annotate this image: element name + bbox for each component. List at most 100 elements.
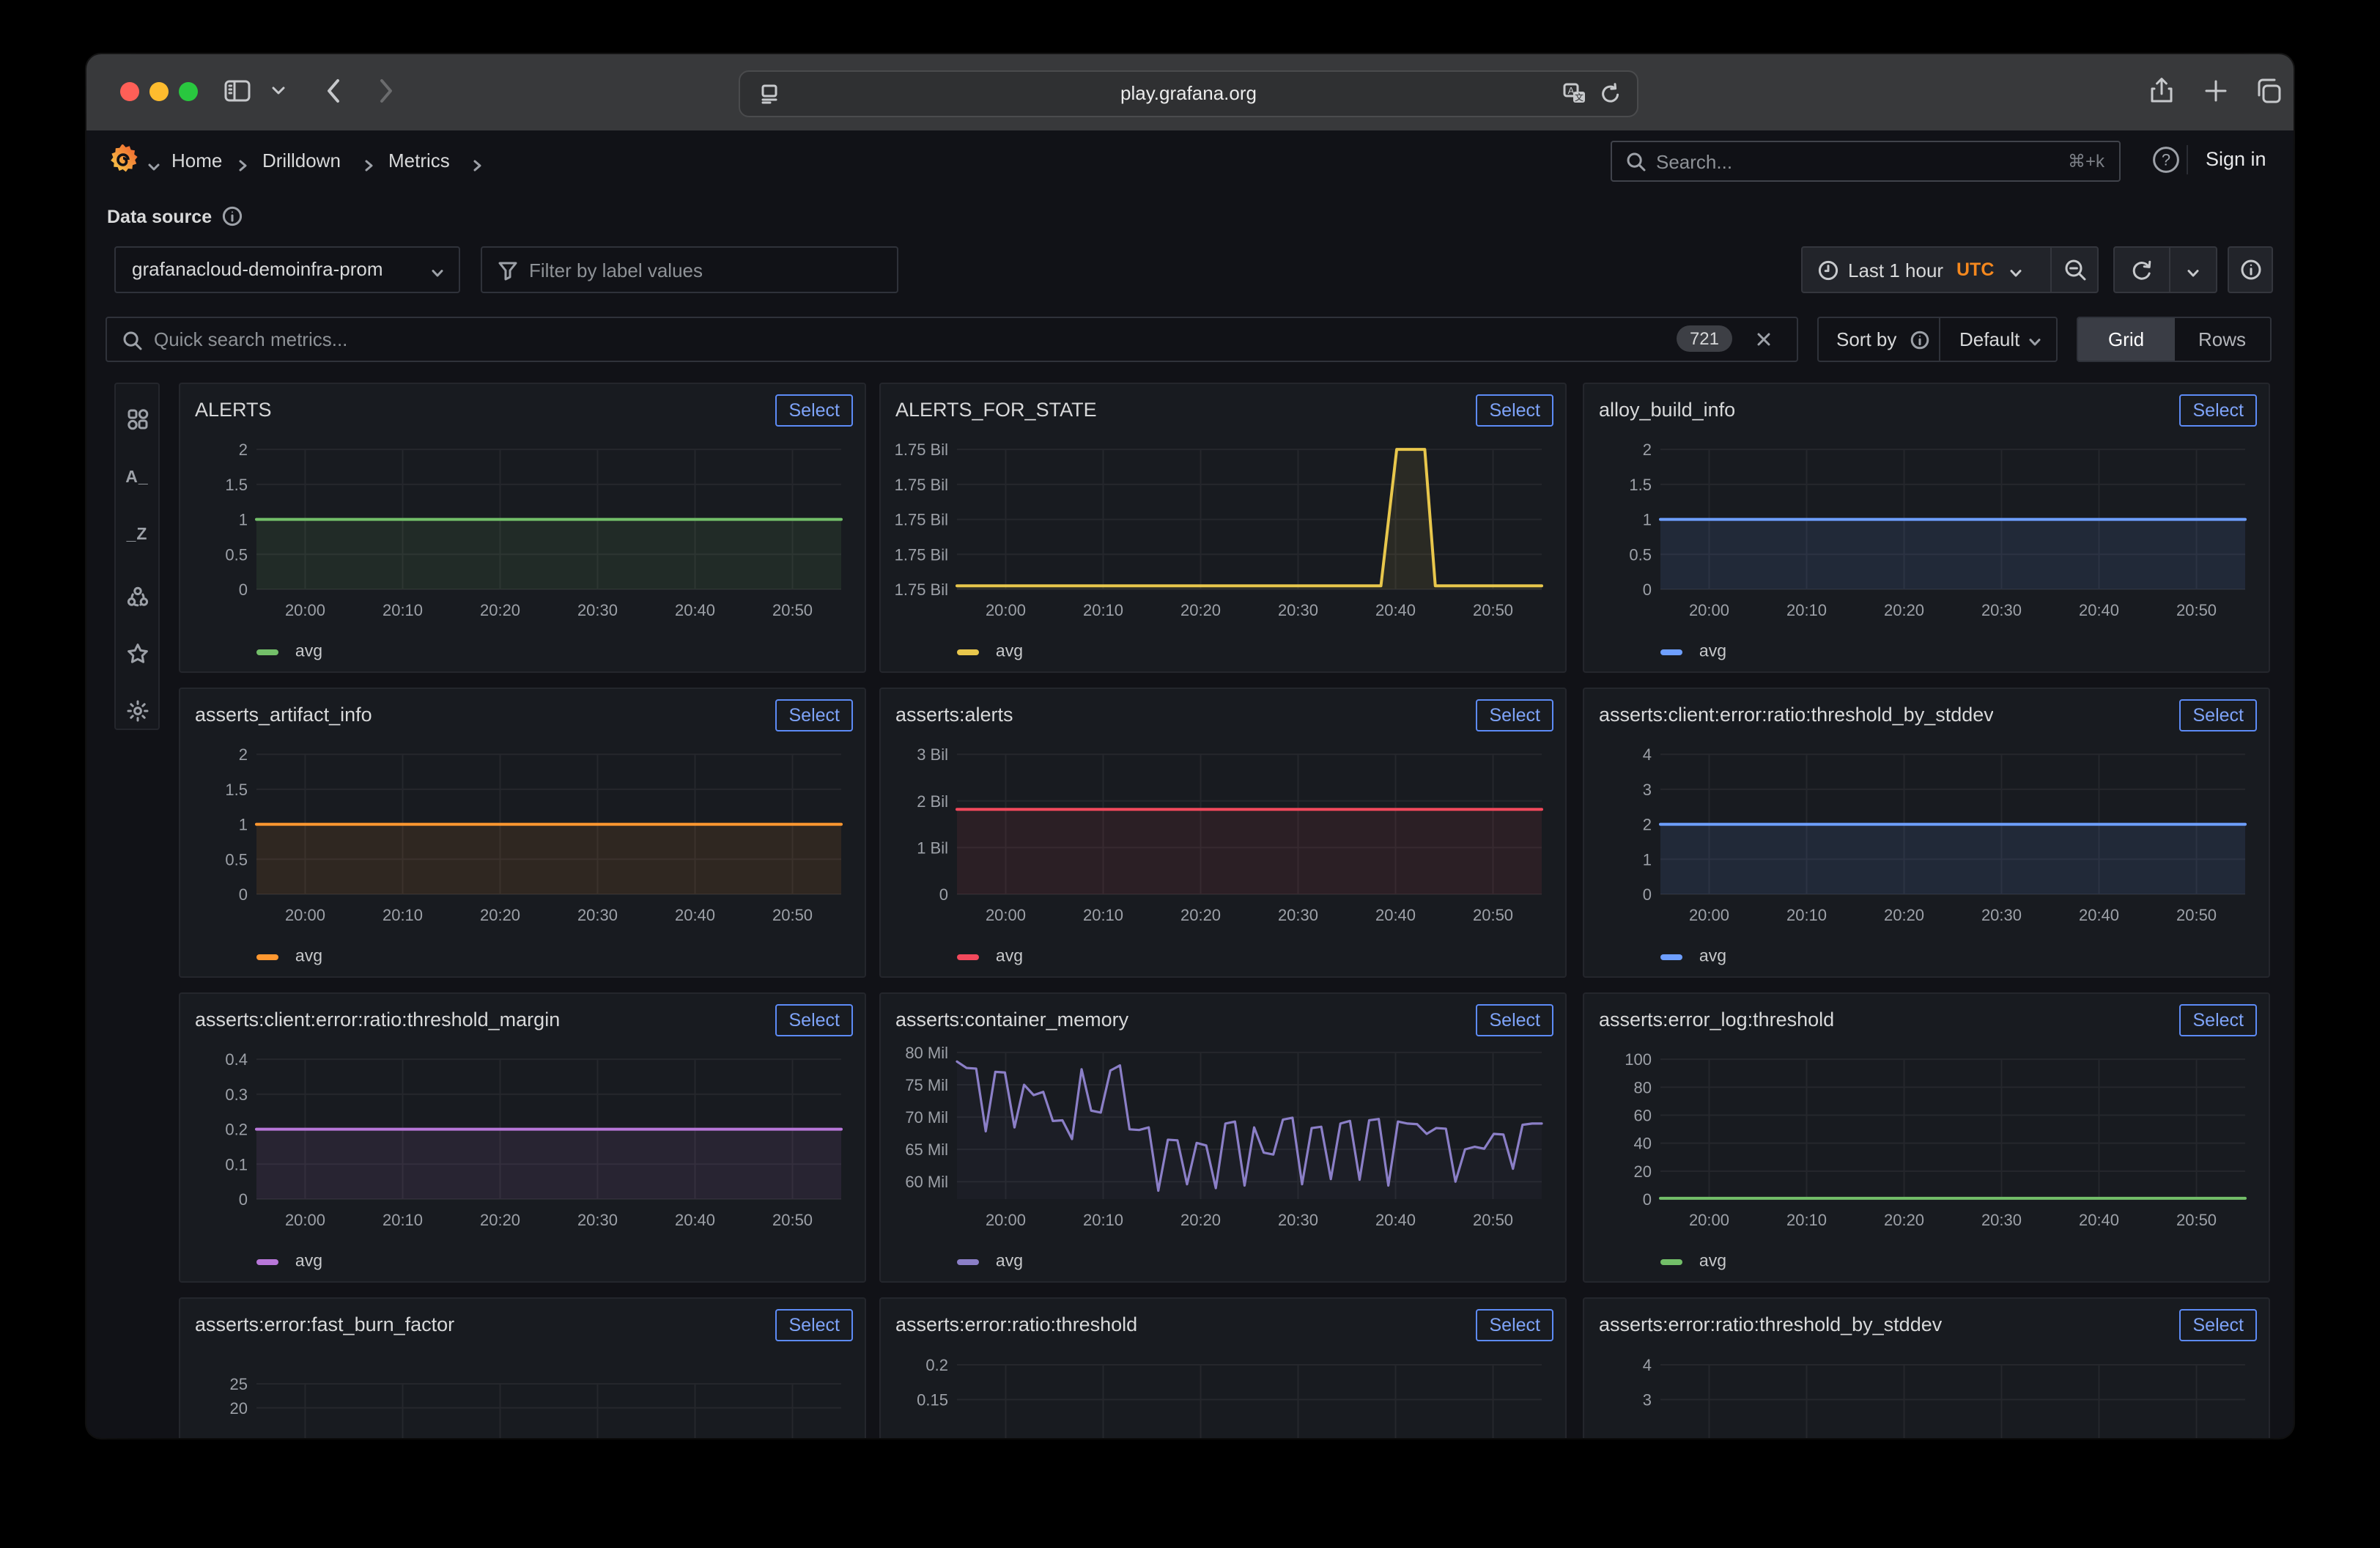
close-window-button[interactable] [120, 82, 139, 101]
tab-overview-icon[interactable] [2252, 75, 2285, 107]
all-metrics-icon[interactable] [116, 406, 158, 432]
svg-text:20: 20 [230, 1399, 248, 1418]
suffix-filter-icon[interactable]: _Z [116, 526, 158, 544]
svg-text:0.5: 0.5 [225, 850, 248, 869]
svg-text:20:20: 20:20 [1884, 906, 1924, 924]
settings-gear-icon[interactable] [116, 698, 158, 724]
forward-button[interactable] [369, 75, 402, 107]
legend-item[interactable]: avg [957, 1249, 1023, 1269]
datasource-value: grafanacloud-demoinfra-prom [132, 258, 383, 280]
metric-chart: 43 [1590, 1340, 2257, 1438]
select-button[interactable]: Select [776, 394, 854, 427]
legend-label: avg [996, 644, 1023, 661]
chevron-right-icon [470, 154, 484, 180]
reload-icon[interactable] [1599, 82, 1622, 113]
sort-value: Default [1959, 328, 2019, 350]
org-chevron-down-icon[interactable] [147, 155, 161, 182]
panel-title: asserts:alerts [895, 704, 1013, 726]
select-button[interactable]: Select [2180, 1004, 2258, 1036]
breadcrumb-drilldown[interactable]: Drilldown [262, 150, 341, 172]
new-tab-icon[interactable] [2200, 75, 2232, 107]
svg-text:2: 2 [239, 745, 248, 764]
quick-search-field[interactable] [154, 318, 1649, 361]
minimize-window-button[interactable] [149, 82, 169, 101]
svg-text:20:30: 20:30 [577, 1211, 618, 1229]
view-toggle-grid[interactable]: Grid [2078, 318, 2174, 361]
metrics-sidebar: A_ _Z [114, 383, 160, 730]
refresh-interval-chevron-icon[interactable] [2185, 264, 2201, 286]
quick-search-input[interactable]: 721 [106, 317, 1798, 362]
select-button[interactable]: Select [776, 699, 854, 731]
select-button[interactable]: Select [1477, 394, 1554, 427]
sign-in-button[interactable]: Sign in [2206, 148, 2266, 170]
translate-icon[interactable]: A文 [1562, 82, 1587, 113]
info-icon[interactable] [221, 205, 243, 235]
help-icon[interactable]: ? [2150, 144, 2182, 183]
share-icon[interactable] [2146, 75, 2178, 107]
svg-text:20:10: 20:10 [1786, 1211, 1827, 1229]
svg-text:0: 0 [1643, 580, 1652, 599]
prefix-filter-icon[interactable]: A_ [116, 469, 158, 487]
address-bar[interactable]: play.grafana.org A文 [739, 70, 1638, 117]
grafana-logo[interactable] [106, 142, 141, 185]
back-button[interactable] [318, 75, 350, 107]
legend-item[interactable]: avg [256, 639, 322, 660]
svg-text:0.2: 0.2 [225, 1121, 248, 1139]
legend-item[interactable]: avg [256, 1249, 322, 1269]
select-button[interactable]: Select [776, 1309, 854, 1341]
svg-text:20:50: 20:50 [2176, 601, 2217, 619]
svg-text:60 Mil: 60 Mil [905, 1173, 948, 1191]
group-icon[interactable] [116, 583, 158, 610]
chevron-down-icon [2008, 264, 2024, 286]
select-button[interactable]: Select [1477, 1004, 1554, 1036]
sidebar-chevron-down-icon[interactable] [270, 82, 287, 100]
legend-item[interactable]: avg [1660, 639, 1726, 660]
clear-icon[interactable] [1754, 330, 1773, 353]
legend-item[interactable]: avg [957, 639, 1023, 660]
legend-item[interactable]: avg [1660, 944, 1726, 965]
sidebar-toggle-icon[interactable] [221, 75, 254, 107]
svg-text:20:10: 20:10 [1083, 1211, 1123, 1229]
metric-panel: asserts_artifact_info Select 20:0020:102… [179, 688, 866, 978]
global-search-input[interactable]: Search... ⌘+k [1611, 141, 2121, 182]
svg-text:20:40: 20:40 [2079, 906, 2119, 924]
star-icon[interactable] [116, 641, 158, 667]
label-filter-field[interactable] [529, 248, 881, 292]
legend-item[interactable]: avg [957, 944, 1023, 965]
datasource-select[interactable]: grafanacloud-demoinfra-prom [114, 246, 460, 293]
refresh-icon[interactable] [2129, 258, 2154, 287]
grafana-nav: Home Drilldown Metrics Search... ⌘+k ? S… [86, 130, 2294, 192]
sort-by-control[interactable]: Sort by Default [1817, 317, 2058, 362]
refresh-button-group[interactable] [2113, 246, 2217, 293]
label-filter-input[interactable] [481, 246, 898, 293]
select-button[interactable]: Select [2180, 1309, 2258, 1341]
select-button[interactable]: Select [2180, 699, 2258, 731]
info-button[interactable] [2228, 246, 2273, 293]
legend-item[interactable]: avg [1660, 1249, 1726, 1269]
info-icon [2239, 258, 2263, 286]
select-button[interactable]: Select [1477, 699, 1554, 731]
svg-text:3 Bil: 3 Bil [917, 745, 948, 764]
svg-text:20:50: 20:50 [2176, 906, 2217, 924]
breadcrumb-home[interactable]: Home [171, 150, 222, 172]
svg-text:20:30: 20:30 [1278, 601, 1318, 619]
select-button[interactable]: Select [1477, 1309, 1554, 1341]
info-icon[interactable] [1910, 330, 1930, 355]
legend-label: avg [996, 1253, 1023, 1271]
svg-text:60: 60 [1634, 1107, 1652, 1125]
svg-text:20:30: 20:30 [577, 906, 618, 924]
zoom-window-button[interactable] [179, 82, 198, 101]
svg-text:1 Bil: 1 Bil [917, 838, 948, 857]
breadcrumb-metrics[interactable]: Metrics [388, 150, 450, 172]
metric-chart: 20:0020:1020:2020:3020:4020:501.75 Bil1.… [887, 425, 1553, 630]
zoom-out-icon[interactable] [2063, 258, 2088, 287]
svg-text:20:20: 20:20 [1884, 1211, 1924, 1229]
select-button[interactable]: Select [776, 1004, 854, 1036]
view-toggle-rows[interactable]: Rows [2174, 318, 2270, 361]
time-range-picker[interactable]: Last 1 hour UTC [1801, 246, 2099, 293]
legend-item[interactable]: avg [256, 944, 322, 965]
search-shortcut: ⌘+k [2068, 151, 2104, 172]
select-button[interactable]: Select [2180, 394, 2258, 427]
svg-text:1: 1 [239, 511, 248, 529]
panel-title: ALERTS_FOR_STATE [895, 399, 1097, 421]
